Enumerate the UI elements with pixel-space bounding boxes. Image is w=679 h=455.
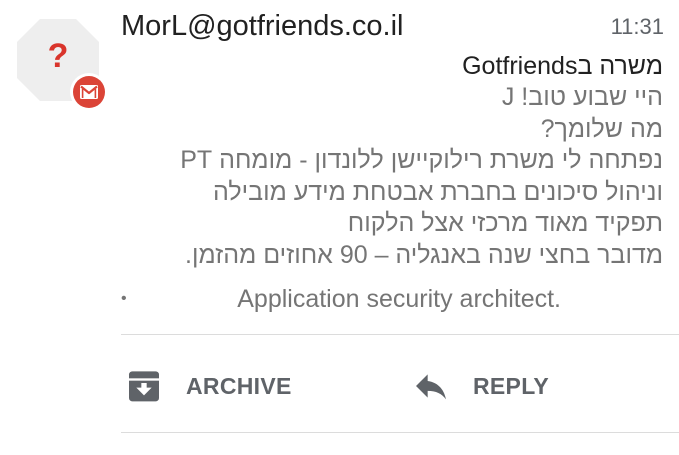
received-time: 11:31 [610,14,664,39]
divider [121,432,679,433]
sender-address: MorL@gotfriends.co.il [121,10,404,42]
snippet-line: היי שבוע טוב! J [501,83,663,111]
divider [121,334,679,335]
gmail-icon [73,76,105,108]
archive-label: ARCHIVE [186,372,292,399]
snippet-line: נפתחה לי משרת רילוקיישן ללונדון - מומחה … [180,146,663,174]
bullet-text: Application security architect. [237,285,561,313]
email-notification[interactable]: ? MorL@gotfriends.co.il 11:31 משרה בGotf… [0,0,679,455]
snippet-line: מה שלומך? [540,114,663,143]
reply-label: REPLY [473,372,550,399]
archive-icon [129,371,159,402]
bullet-symbol: • [121,290,127,307]
reply-button[interactable]: REPLY [411,358,549,414]
snippet-line: תפקיד מאוד מרכזי אצל הלקוח [347,209,663,237]
email-subject: משרה בGotfriends [462,52,663,80]
snippet-line: מדובר בחצי שנה באנגליה – 90 אחוזים מהזמן… [185,240,663,269]
email-content: משרה בGotfriends היי שבוע טוב! J מה שלומ… [118,50,663,271]
archive-button[interactable]: ARCHIVE [124,358,292,414]
bullet-item: • Application security architect. [121,283,561,315]
reply-icon [416,374,446,400]
snippet-line: וניהול סיכונים בחברת אבטחת מידע מובילה [213,177,663,206]
unknown-contact-icon: ? [47,37,69,75]
